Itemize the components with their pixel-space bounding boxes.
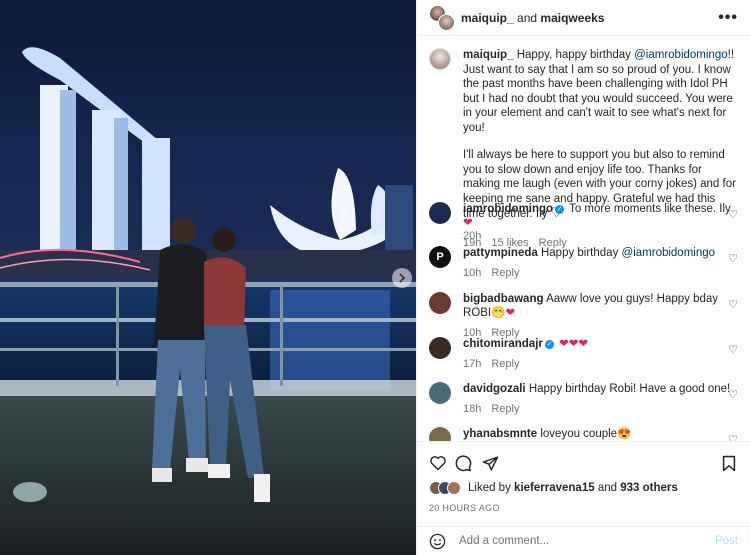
comment-username[interactable]: chitomirandajr [463, 338, 543, 350]
comment-text: loveyou couple [540, 428, 618, 440]
avatar[interactable] [429, 202, 451, 224]
comment-mention[interactable]: @iamrobidomingo [622, 247, 716, 259]
comment-username[interactable]: yhanabsmnte [463, 428, 537, 440]
reply-button[interactable]: Reply [491, 358, 519, 370]
share-button[interactable] [479, 452, 501, 474]
comment-username[interactable]: bigbadbawang [463, 293, 544, 305]
bookmark-icon [722, 455, 736, 471]
save-button[interactable] [718, 452, 740, 474]
add-comment-bar: Add a comment... Post [417, 526, 750, 555]
smiley-icon [429, 533, 446, 549]
comment-row: yhanabsmnte loveyou couple😍 ♡ [429, 427, 738, 441]
comment-username[interactable]: davidgozali [463, 383, 526, 395]
avatar[interactable] [429, 292, 451, 314]
heart-icon[interactable]: ♡ [728, 252, 738, 265]
comment-time[interactable]: 18h [463, 403, 481, 415]
avatar [438, 13, 455, 31]
post-comment-button[interactable]: Post [715, 535, 738, 547]
avatar[interactable] [429, 382, 451, 404]
reply-button[interactable]: Reply [491, 267, 519, 279]
post-photo[interactable] [0, 0, 416, 555]
comment-row: davidgozali Happy birthday Robi! Have a … [429, 382, 738, 416]
header-user2[interactable]: maiqweeks [540, 11, 604, 25]
photo-scene [0, 0, 416, 555]
caption-text-2: !! Just want to say that I am so so prou… [463, 49, 735, 134]
comment-row: iamrobidomingo ✓ To more moments like the… [429, 202, 738, 250]
verified-badge-icon: ✓ [544, 340, 554, 349]
comment-text: Happy birthday [540, 247, 619, 259]
post-timestamp[interactable]: 20 HOURS AGO [429, 503, 500, 513]
likes-joiner: and [597, 482, 617, 494]
share-icon [482, 455, 498, 471]
comment-emoji: 😁❤ [491, 307, 516, 319]
comment-input[interactable]: Add a comment... [459, 535, 715, 547]
heart-icon[interactable]: ♡ [728, 388, 738, 401]
comments-scroll[interactable]: maiquip_ Happy, happy birthday @iamrobid… [417, 36, 750, 441]
reply-button[interactable]: Reply [491, 403, 519, 415]
header-user1[interactable]: maiquip_ [461, 11, 514, 25]
post-actions [417, 441, 750, 483]
header-joiner: and [517, 10, 538, 25]
post-side-panel: maiquip_ and maiqweeks ••• maiquip_ Happ… [416, 0, 750, 555]
comment-row: P pattympineda Happy birthday @iamrobido… [429, 246, 738, 280]
verified-badge-icon: ✓ [555, 205, 565, 214]
avatar[interactable]: P [429, 246, 451, 268]
comment-row: bigbadbawang Aaww love you guys! Happy b… [429, 292, 738, 340]
next-photo-button[interactable] [392, 268, 412, 288]
comment-emoji: 😍 [617, 428, 632, 440]
chevron-right-icon [399, 273, 406, 283]
caption-mention[interactable]: @iamrobidomingo [634, 49, 728, 61]
likes-user[interactable]: kieferravena15 [514, 482, 595, 494]
heart-icon[interactable]: ♡ [728, 343, 738, 356]
caption-username[interactable]: maiquip_ [463, 49, 513, 61]
likes-others[interactable]: 933 others [620, 482, 678, 494]
avatar[interactable] [429, 427, 451, 441]
comment-emoji: ❤ [463, 217, 473, 229]
emoji-button[interactable] [429, 532, 447, 550]
comment-time[interactable]: 17h [463, 358, 481, 370]
collab-avatars[interactable] [429, 4, 455, 31]
caption-text: maiquip_ Happy, happy birthday @iamrobid… [463, 48, 738, 222]
heart-icon[interactable]: ♡ [728, 298, 738, 311]
likes-summary: Liked by kieferravena15 and 933 others [429, 481, 738, 495]
comment-username[interactable]: iamrobidomingo [463, 203, 553, 215]
comment-button[interactable] [452, 452, 474, 474]
comment-username[interactable]: pattympineda [463, 247, 538, 259]
comment-emoji: ❤❤❤ [559, 338, 589, 350]
avatar[interactable] [429, 48, 451, 70]
post-header: maiquip_ and maiqweeks ••• [417, 0, 750, 36]
heart-icon [430, 456, 446, 471]
likes-prefix: Liked by [468, 482, 511, 494]
heart-icon[interactable]: ♡ [728, 433, 738, 441]
comment-text: To more moments like these. Ily [569, 203, 731, 215]
avatar[interactable] [429, 337, 451, 359]
more-options-icon[interactable]: ••• [718, 9, 738, 27]
like-button[interactable] [427, 452, 449, 474]
comment-text: Happy birthday Robi! Have a good one! [528, 383, 731, 395]
heart-icon[interactable]: ♡ [728, 208, 738, 221]
header-usernames: maiquip_ and maiqweeks [461, 11, 604, 25]
comment-time[interactable]: 10h [463, 267, 481, 279]
comment-row: chitomirandajr ✓ ❤❤❤ 17h Reply ♡ [429, 337, 738, 371]
avatar [447, 481, 461, 495]
comment-icon [455, 455, 472, 472]
caption-text-1: Happy, happy birthday [516, 49, 631, 61]
